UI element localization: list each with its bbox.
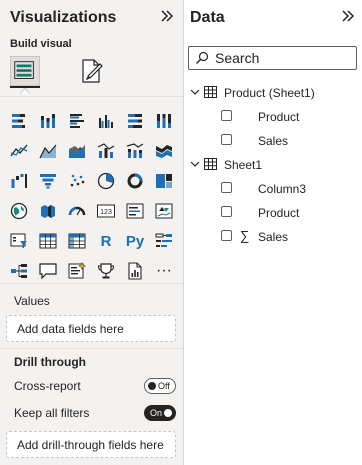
field-row[interactable]: Product [184,203,362,223]
build-visual-label: Build visual [10,38,72,50]
divider [0,283,183,284]
paintbrush-page-icon [82,59,103,83]
field-name: Product [258,206,300,220]
visualizations-title: Visualizations [10,9,117,26]
python-visual-icon[interactable]: Py [125,231,145,251]
collapse-visualizations-icon[interactable] [158,7,176,25]
100-stacked-column-chart-icon[interactable] [154,111,174,131]
kpi-icon[interactable] [154,201,174,221]
r-script-visual-icon[interactable]: R [96,231,116,251]
field-row[interactable]: Sales [184,131,362,151]
search-input[interactable] [215,50,350,66]
card-glyph: 123 [100,209,112,216]
funnel-chart-icon[interactable] [38,171,58,191]
line-chart-icon[interactable] [9,141,29,161]
sigma-icon: ∑ [240,228,250,243]
format-visual-button[interactable] [76,56,106,86]
build-visual-icon [14,61,34,79]
keep-all-filters-label: Keep all filters [14,406,90,420]
matrix-icon[interactable] [67,231,87,251]
chevron-down-icon[interactable] [190,159,200,169]
keep-all-filters-toggle[interactable]: On [144,405,176,421]
gauge-icon[interactable] [67,201,87,221]
field-row[interactable]: ∑ Sales [184,227,362,247]
table-name: Product (Sheet1) [224,86,315,100]
field-name: Sales [258,134,289,148]
python-glyph: Py [125,232,145,250]
donut-chart-icon[interactable] [125,171,145,191]
data-pane: Data Product (Sheet1) Product Sales Shee… [184,0,362,465]
toggle-knob [164,409,172,417]
chevron-down-icon[interactable] [190,87,200,97]
key-influencers-icon[interactable] [154,231,174,251]
field-name: Column3 [258,182,307,196]
build-visual-button[interactable] [10,56,40,86]
field-checkbox[interactable] [221,230,232,241]
search-icon [196,51,209,64]
line-clustered-column-chart-icon[interactable] [96,141,116,161]
slicer-icon[interactable] [9,231,29,251]
ribbon-chart-icon[interactable] [154,141,174,161]
visualizations-pane: Visualizations Build visual 123 R Py ···… [0,0,183,465]
field-row[interactable]: Column3 [184,179,362,199]
values-label: Values [14,294,50,308]
metrics-icon[interactable] [96,261,116,281]
cross-report-state: Off [158,381,170,391]
paginated-report-icon[interactable] [125,261,145,281]
table-row-product-sheet1[interactable]: Product (Sheet1) [184,83,362,103]
divider [0,96,183,97]
field-checkbox[interactable] [221,182,232,193]
stacked-column-chart-icon[interactable] [38,111,58,131]
qa-icon[interactable] [38,261,58,281]
divider [0,348,183,349]
smart-narrative-icon[interactable] [67,261,87,281]
100-stacked-bar-chart-icon[interactable] [125,111,145,131]
data-title: Data [190,9,225,26]
cross-report-label: Cross-report [14,379,81,393]
more-glyph: ··· [156,262,172,279]
pie-chart-icon[interactable] [96,171,116,191]
table-row-sheet1[interactable]: Sheet1 [184,155,362,175]
r-glyph: R [100,232,112,250]
toggle-knob [148,382,156,390]
caret-up-icon [20,88,30,94]
drill-through-heading: Drill through [14,355,86,369]
field-name: Product [258,110,300,124]
table-name: Sheet1 [224,158,263,172]
drill-through-drop-zone[interactable]: Add drill-through fields here [6,431,176,458]
field-checkbox[interactable] [221,206,232,217]
stacked-area-chart-icon[interactable] [67,141,87,161]
search-box[interactable] [188,46,357,70]
card-icon[interactable]: 123 [96,201,116,221]
filled-map-icon[interactable] [38,201,58,221]
map-icon[interactable] [9,201,29,221]
collapse-data-icon[interactable] [339,7,357,25]
area-chart-icon[interactable] [38,141,58,161]
clustered-column-chart-icon[interactable] [96,111,116,131]
table-icon [204,86,217,98]
multi-row-card-icon[interactable] [125,201,145,221]
keep-all-filters-state: On [150,408,163,418]
table-icon [204,158,217,170]
values-drop-zone[interactable]: Add data fields here [6,315,176,342]
decomposition-tree-icon[interactable] [9,261,29,281]
field-row[interactable]: Product [184,107,362,127]
scatter-chart-icon[interactable] [67,171,87,191]
field-checkbox[interactable] [221,110,232,121]
treemap-icon[interactable] [154,171,174,191]
more-visuals-icon[interactable]: ··· [154,261,174,281]
table-icon[interactable] [38,231,58,251]
field-name: Sales [258,230,289,244]
clustered-bar-chart-icon[interactable] [67,111,87,131]
line-stacked-column-chart-icon[interactable] [125,141,145,161]
cross-report-toggle[interactable]: Off [144,378,176,394]
waterfall-chart-icon[interactable] [9,171,29,191]
field-checkbox[interactable] [221,134,232,145]
stacked-bar-chart-icon[interactable] [9,111,29,131]
